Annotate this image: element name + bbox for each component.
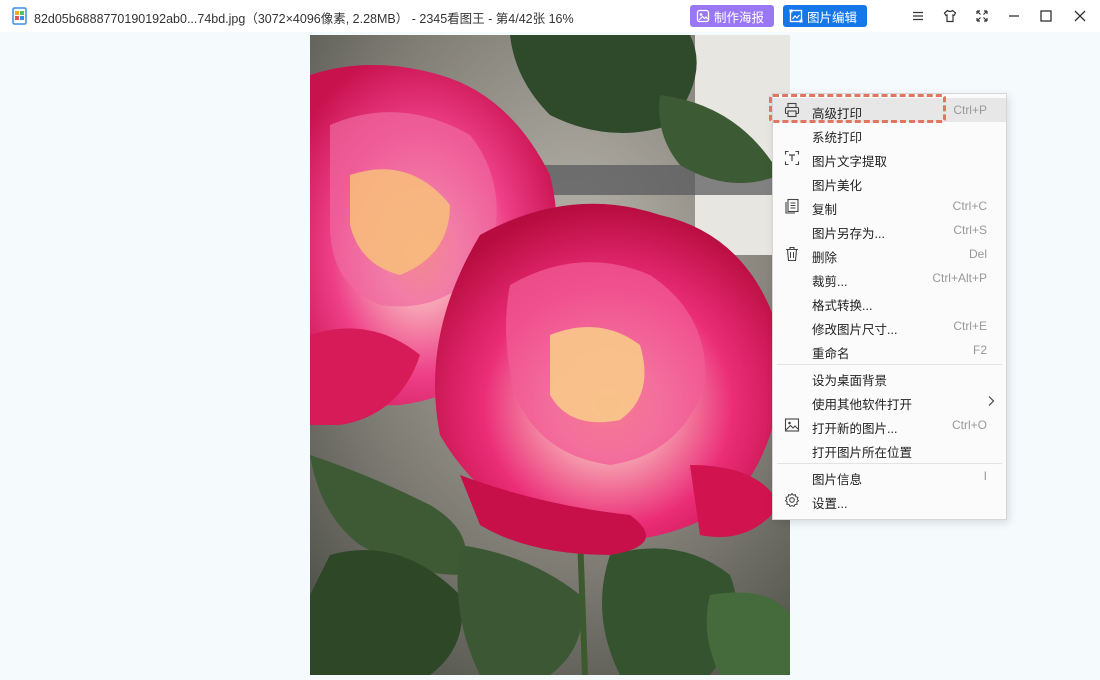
menu-item-save-as[interactable]: 图片另存为... Ctrl+S [773,218,1006,242]
chevron-right-icon [988,396,995,406]
image-edit-icon [789,9,803,23]
context-menu: 高级打印 Ctrl+P 系统打印 图片文字提取 图片美化 复制 Ctrl+C 图… [772,93,1007,520]
menu-item-label: 删除 [812,251,838,265]
menu-item-shortcut: Ctrl+P [953,103,987,117]
menu-item-shortcut: Ctrl+S [953,223,987,237]
close-icon [1074,10,1086,22]
menu-item-shortcut: Del [968,247,987,261]
menu-item-shortcut: I [983,469,987,483]
menu-item-set-wallpaper[interactable]: 设为桌面背景 [773,365,1006,389]
menu-item-label: 系统打印 [812,131,863,145]
image-icon [784,418,800,432]
menu-item-settings[interactable]: 设置... [773,488,1006,512]
make-poster-button[interactable]: 制作海报 [690,5,774,27]
menu-button[interactable] [908,6,928,26]
minimize-button[interactable] [1004,6,1024,26]
menu-item-text-extract[interactable]: 图片文字提取 [773,146,1006,170]
menu-item-shortcut: Ctrl+Alt+P [932,271,987,285]
menu-item-label: 图片文字提取 [812,155,888,169]
menu-item-system-print[interactable]: 系统打印 [773,122,1006,146]
shirt-icon [943,9,957,23]
copy-icon [785,198,799,214]
trash-icon [786,246,798,262]
photo-canvas[interactable] [310,35,790,675]
fullscreen-icon [976,10,988,22]
menu-item-crop[interactable]: 裁剪... Ctrl+Alt+P [773,266,1006,290]
gear-icon [784,492,800,508]
image-edit-button[interactable]: 图片编辑 [783,5,867,27]
menu-item-label: 裁剪... [812,275,848,289]
menu-item-label: 重命名 [812,347,850,361]
menu-item-label: 打开图片所在位置 [812,446,913,460]
menu-item-label: 格式转换... [812,299,873,313]
maximize-button[interactable] [1036,6,1056,26]
make-poster-label: 制作海报 [714,10,765,25]
menu-item-shortcut: Ctrl+C [952,199,987,213]
menu-item-beautify[interactable]: 图片美化 [773,170,1006,194]
app-logo-icon [12,7,27,25]
window-title: 82d05b6888770190192ab0...74bd.jpg（3072×4… [34,12,574,26]
menu-item-label: 设为桌面背景 [812,374,888,388]
image-edit-label: 图片编辑 [807,10,858,25]
menu-item-open-with[interactable]: 使用其他软件打开 [773,389,1006,413]
title-bar: 82d05b6888770190192ab0...74bd.jpg（3072×4… [0,0,1100,32]
menu-item-copy[interactable]: 复制 Ctrl+C [773,194,1006,218]
maximize-icon [1040,10,1052,22]
menu-item-label: 设置... [812,497,848,511]
menu-item-image-info[interactable]: 图片信息 I [773,464,1006,488]
menu-item-label: 复制 [812,203,838,217]
menu-item-shortcut: Ctrl+E [953,319,987,333]
menu-item-open-new[interactable]: 打开新的图片... Ctrl+O [773,413,1006,437]
skin-button[interactable] [940,6,960,26]
menu-item-label: 图片美化 [812,179,863,193]
printer-icon [784,102,800,118]
fullscreen-button[interactable] [972,6,992,26]
text-extract-icon [784,150,800,166]
menu-item-label: 图片信息 [812,473,863,487]
menu-item-label: 打开新的图片... [812,422,898,436]
rose-photo [310,35,790,675]
menu-item-shortcut: Ctrl+O [951,418,987,432]
menu-item-advanced-print[interactable]: 高级打印 Ctrl+P [773,98,1006,122]
menu-item-shortcut: F2 [972,343,987,357]
hamburger-menu-icon [913,11,923,21]
menu-item-format-convert[interactable]: 格式转换... [773,290,1006,314]
close-button[interactable] [1070,6,1090,26]
menu-item-rename[interactable]: 重命名 F2 [773,338,1006,362]
menu-item-label: 高级打印 [812,107,863,121]
menu-item-label: 使用其他软件打开 [812,398,913,412]
menu-item-resize[interactable]: 修改图片尺寸... Ctrl+E [773,314,1006,338]
menu-item-open-location[interactable]: 打开图片所在位置 [773,437,1006,461]
minimize-icon [1009,15,1019,17]
menu-item-label: 图片另存为... [812,227,885,241]
menu-item-delete[interactable]: 删除 Del [773,242,1006,266]
menu-item-label: 修改图片尺寸... [812,323,898,337]
poster-icon [696,9,710,23]
